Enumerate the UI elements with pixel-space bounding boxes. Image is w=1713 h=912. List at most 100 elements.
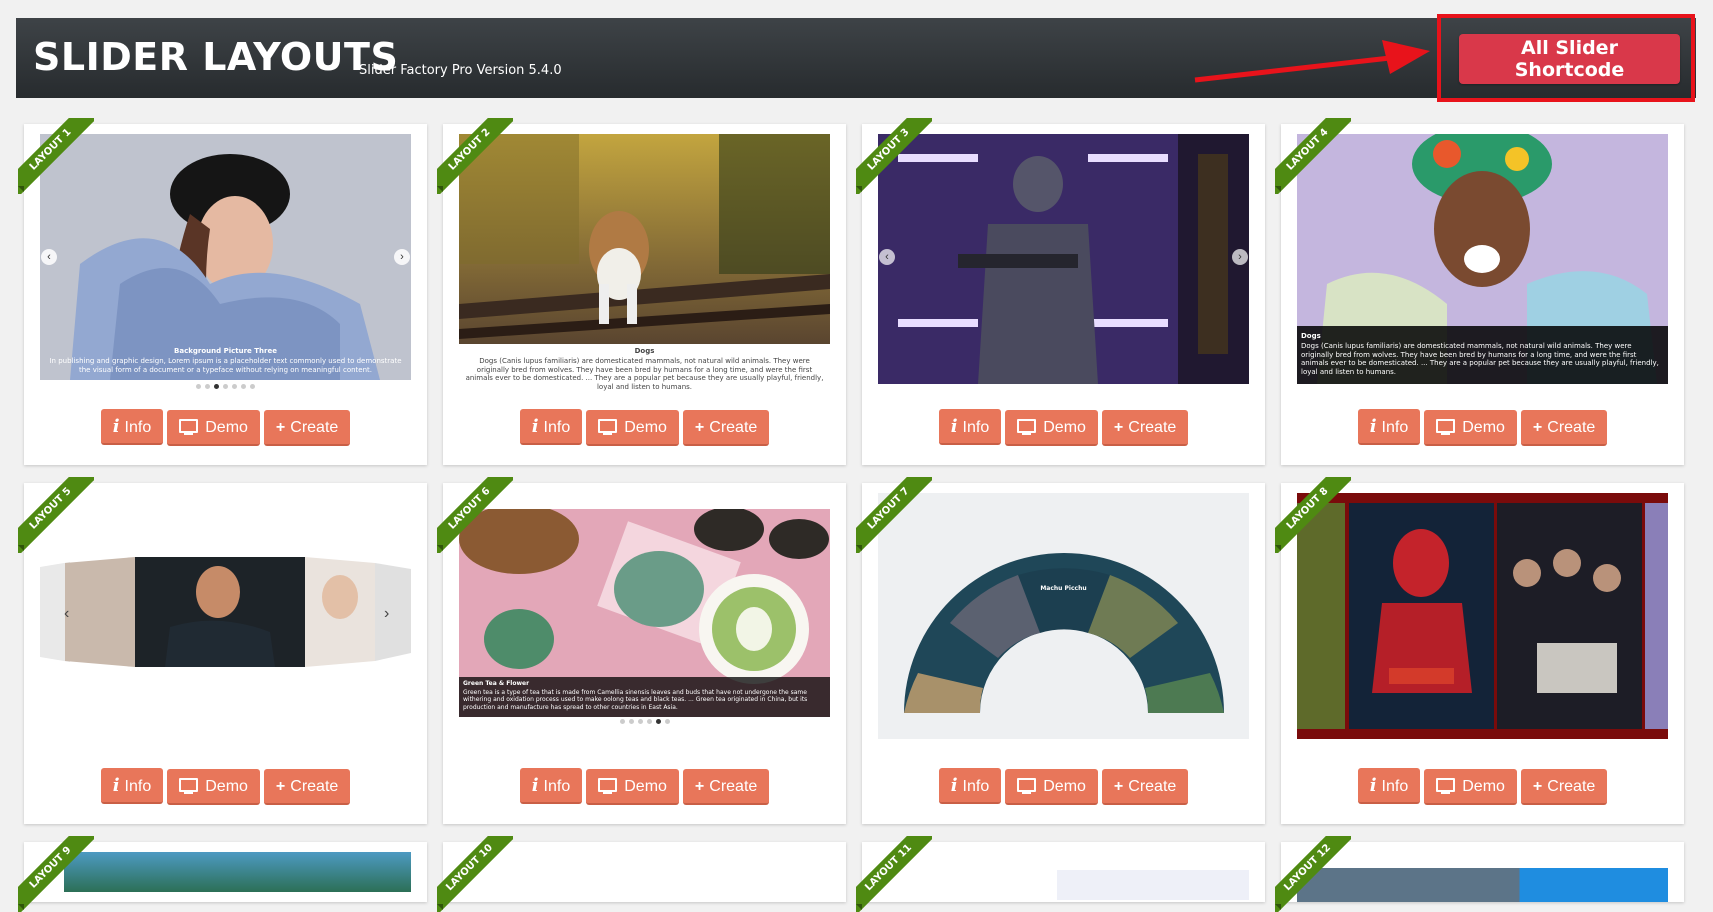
info-icon: i	[950, 416, 958, 437]
layout-actions: i Info Demo + Create	[443, 768, 846, 805]
next-arrow-icon[interactable]: ›	[384, 605, 389, 623]
plus-icon: +	[1113, 778, 1124, 795]
demo-button[interactable]: Demo	[1424, 769, 1517, 805]
all-slider-shortcode-button[interactable]: All Slider Shortcode	[1459, 34, 1680, 84]
layout-ribbon: LAYOUT 12	[1275, 836, 1351, 912]
desktop-icon	[1436, 419, 1456, 435]
info-icon: i	[1369, 416, 1377, 437]
layout-actions: i Info Demo + Create	[24, 768, 427, 805]
create-button[interactable]: + Create	[1520, 410, 1608, 446]
layout-preview[interactable]: ‹ ›	[40, 557, 411, 677]
layout-ribbon: LAYOUT 8	[1275, 477, 1351, 553]
plus-icon: +	[275, 778, 286, 795]
create-button[interactable]: + Create	[1520, 769, 1608, 805]
layout-ribbon: LAYOUT 9	[18, 836, 94, 912]
demo-button[interactable]: Demo	[586, 769, 679, 805]
demo-button[interactable]: Demo	[1005, 769, 1098, 805]
demo-button[interactable]: Demo	[586, 410, 679, 446]
slide-caption: Green Tea & Flower Green tea is a type o…	[463, 680, 808, 711]
desktop-icon	[1017, 419, 1037, 435]
desktop-icon	[1436, 778, 1456, 794]
info-icon: i	[531, 416, 539, 437]
layout-preview[interactable]: ‹ ›	[878, 134, 1249, 384]
layout-card-9: LAYOUT 9	[18, 836, 427, 912]
layout-preview[interactable]	[1297, 868, 1668, 902]
info-icon: i	[1369, 775, 1377, 796]
info-button[interactable]: i Info	[100, 768, 164, 804]
layout-actions: i Info Demo + Create	[443, 409, 846, 446]
info-icon: i	[112, 416, 120, 437]
layout-actions: i Info Demo + Create	[1281, 768, 1684, 805]
next-arrow-icon[interactable]: ›	[394, 249, 410, 265]
demo-button[interactable]: Demo	[167, 410, 260, 446]
layout-preview[interactable]: Machu Picchu	[878, 493, 1249, 739]
layout-card-3: LAYOUT 3 ‹ › i Info Demo + Create	[856, 118, 1265, 465]
demo-button[interactable]: Demo	[1424, 410, 1517, 446]
create-button[interactable]: + Create	[263, 769, 351, 805]
demo-button[interactable]: Demo	[167, 769, 260, 805]
slide-caption: Background Picture Three In publishing a…	[49, 347, 402, 374]
layout-card-5: LAYOUT 5 ‹ › i Info Demo + Create	[18, 477, 427, 824]
layout-card-11: LAYOUT 11	[856, 836, 1265, 912]
layout-preview[interactable]	[64, 852, 411, 892]
layout-card-10: LAYOUT 10	[437, 836, 846, 912]
layout-card-7: LAYOUT 7 Machu Picchu i Info Demo + Create	[856, 477, 1265, 824]
slide-caption: Dogs Dogs (Canis lupus familiaris) are d…	[1301, 332, 1659, 376]
info-icon: i	[950, 775, 958, 796]
layout-card-6: LAYOUT 6 Green Tea & Flower Green tea is…	[437, 477, 846, 824]
create-button[interactable]: + Create	[682, 769, 770, 805]
prev-arrow-icon[interactable]: ‹	[41, 249, 57, 265]
info-button[interactable]: i Info	[938, 768, 1002, 804]
layout-preview[interactable]	[1297, 493, 1668, 739]
demo-button[interactable]: Demo	[1005, 410, 1098, 446]
layout-ribbon: LAYOUT 7	[856, 477, 932, 553]
plus-icon: +	[1113, 419, 1124, 436]
info-button[interactable]: i Info	[100, 409, 164, 445]
layout-preview[interactable]: Green Tea & Flower Green tea is a type o…	[459, 509, 830, 717]
layout-preview[interactable]: Dogs Dogs (Canis lupus familiaris) are d…	[1297, 134, 1668, 384]
info-button[interactable]: i Info	[519, 768, 583, 804]
layout-actions: i Info Demo + Create	[862, 768, 1265, 805]
info-button[interactable]: i Info	[938, 409, 1002, 445]
create-button[interactable]: + Create	[1101, 769, 1189, 805]
layout-ribbon: LAYOUT 11	[856, 836, 932, 912]
desktop-icon	[179, 419, 199, 435]
red-arrow-annotation	[1194, 40, 1430, 83]
slide-caption: Machu Picchu	[1040, 585, 1087, 592]
layout-preview[interactable]: Background Picture Three In publishing a…	[40, 134, 411, 380]
slide-dots[interactable]	[24, 384, 427, 389]
create-button[interactable]: + Create	[682, 410, 770, 446]
layout-ribbon: LAYOUT 5	[18, 477, 94, 553]
info-button[interactable]: i Info	[1357, 768, 1421, 804]
info-icon: i	[112, 775, 120, 796]
create-button[interactable]: + Create	[1101, 410, 1189, 446]
layout-card-2: LAYOUT 2 Dogs Dogs (Canis lupus familiar…	[437, 118, 846, 465]
info-button[interactable]: i Info	[519, 409, 583, 445]
version-label: Slider Factory Pro Version 5.4.0	[359, 63, 562, 78]
layout-actions: i Info Demo + Create	[1281, 409, 1684, 446]
layout-preview[interactable]	[459, 134, 830, 344]
layout-ribbon: LAYOUT 3	[856, 118, 932, 194]
plus-icon: +	[1532, 778, 1543, 795]
layout-card-1: LAYOUT 1 Background Picture Three In pub…	[18, 118, 427, 465]
next-arrow-icon[interactable]: ›	[1232, 249, 1248, 265]
slide-dots[interactable]	[443, 719, 846, 724]
create-button[interactable]: + Create	[263, 410, 351, 446]
layout-preview[interactable]	[1057, 870, 1249, 900]
plus-icon: +	[275, 419, 286, 436]
page-title: SLIDER LAYOUTS	[33, 35, 399, 79]
info-button[interactable]: i Info	[1357, 409, 1421, 445]
plus-icon: +	[1532, 419, 1543, 436]
desktop-icon	[1017, 778, 1037, 794]
desktop-icon	[598, 778, 618, 794]
layout-ribbon: LAYOUT 2	[437, 118, 513, 194]
plus-icon: +	[694, 419, 705, 436]
layout-ribbon: LAYOUT 10	[437, 836, 513, 912]
layout-card-4: LAYOUT 4 Dogs Dogs (Canis lupus familiar…	[1275, 118, 1684, 465]
prev-arrow-icon[interactable]: ‹	[879, 249, 895, 265]
layout-ribbon: LAYOUT 4	[1275, 118, 1351, 194]
plus-icon: +	[694, 778, 705, 795]
layout-ribbon: LAYOUT 6	[437, 477, 513, 553]
prev-arrow-icon[interactable]: ‹	[64, 605, 69, 623]
desktop-icon	[179, 778, 199, 794]
